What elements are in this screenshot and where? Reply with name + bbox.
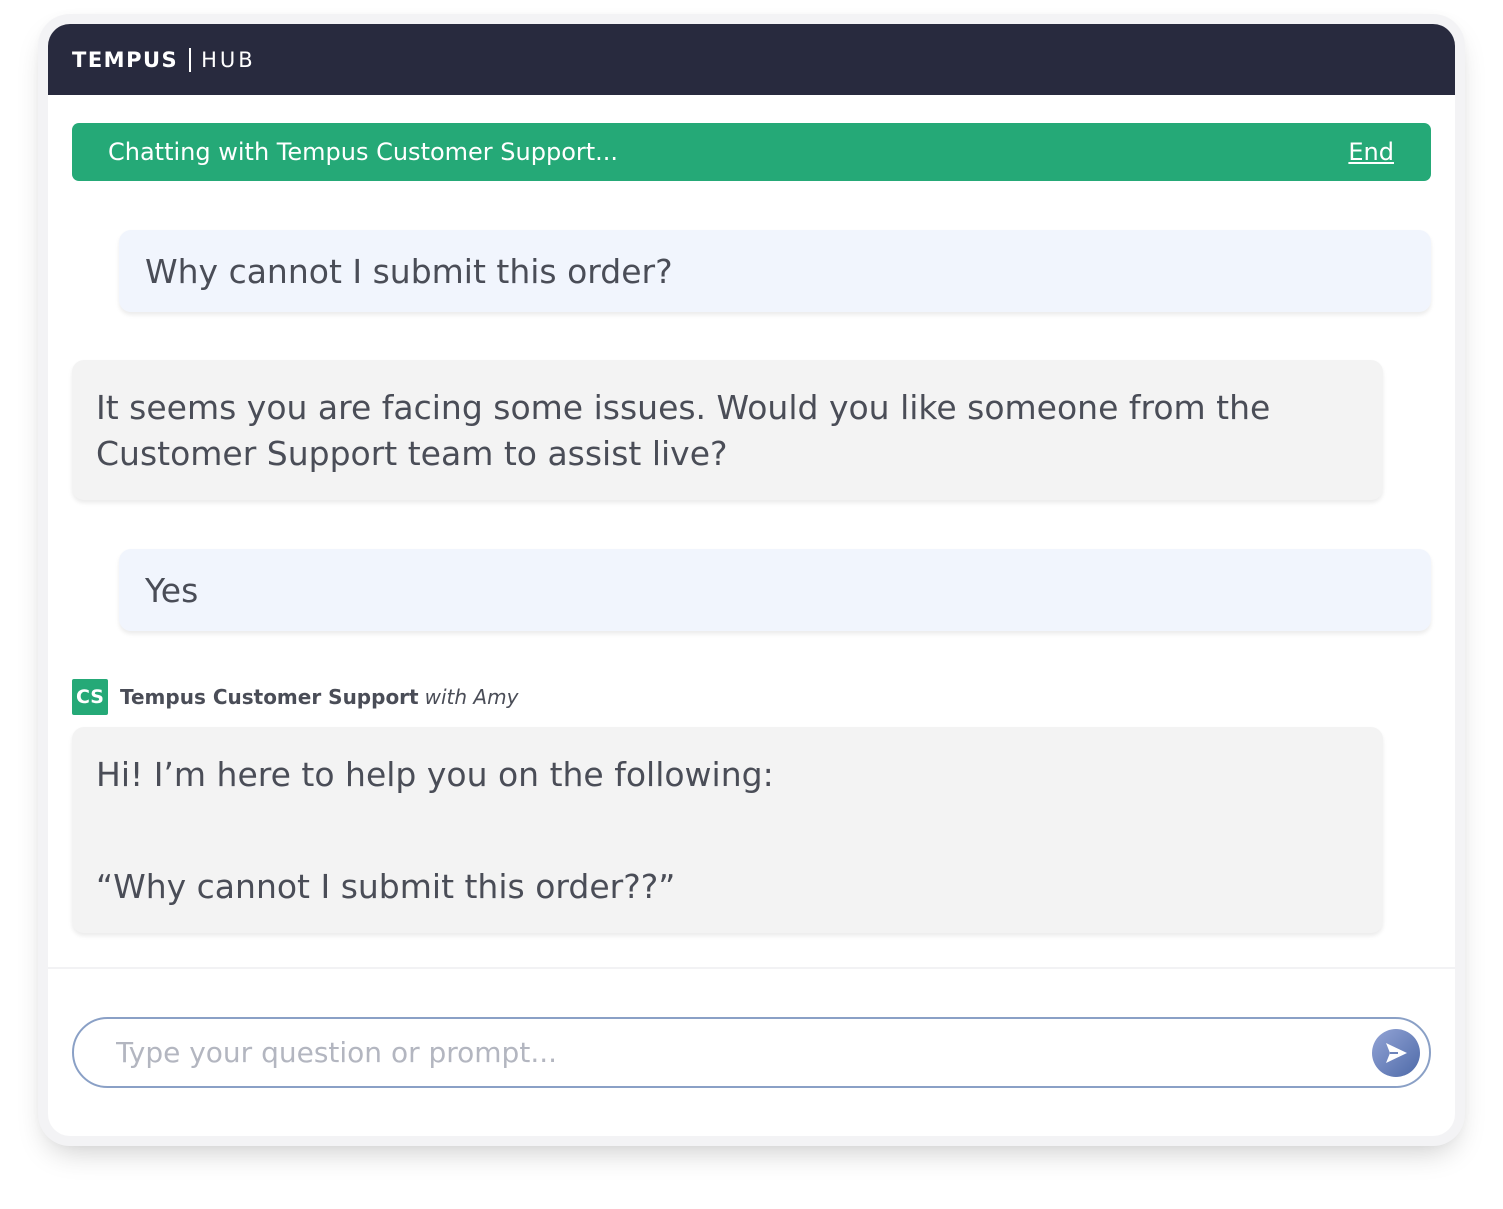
bot-message: It seems you are facing some issues. Wou…: [72, 360, 1383, 500]
brand-name: TEMPUS: [72, 47, 179, 72]
agent-with-label: with Amy: [424, 685, 519, 709]
agent-message: Hi! I’m here to help you on the followin…: [72, 727, 1383, 933]
user-message: Yes: [119, 549, 1431, 631]
message-text-line: It seems you are facing some issues. Wou…: [96, 388, 1271, 427]
agent-header: CS Tempus Customer Support with Amy: [72, 679, 518, 715]
agent-avatar: CS: [72, 679, 108, 715]
agent-name: Tempus Customer Support: [120, 685, 419, 709]
brand-divider: [189, 47, 192, 72]
prompt-composer: [72, 1017, 1431, 1088]
message-text: Yes: [145, 571, 199, 610]
user-message: Why cannot I submit this order?: [119, 230, 1431, 312]
message-text-line: “Why cannot I submit this order??”: [96, 867, 676, 906]
send-arrow-icon: [1386, 1043, 1407, 1063]
composer-divider: [48, 967, 1455, 969]
chat-status-text: Chatting with Tempus Customer Support...: [108, 138, 619, 166]
top-bar: TEMPUS HUB: [48, 24, 1455, 95]
message-text-line: Customer Support team to assist live?: [96, 434, 728, 473]
chat-status-bar: Chatting with Tempus Customer Support...…: [72, 123, 1431, 181]
brand-logo: TEMPUS HUB: [72, 47, 256, 72]
send-button[interactable]: [1372, 1029, 1420, 1077]
chat-window: TEMPUS HUB Chatting with Tempus Customer…: [48, 24, 1455, 1136]
message-text-line: Hi! I’m here to help you on the followin…: [96, 755, 774, 794]
message-text: Why cannot I submit this order?: [145, 252, 673, 291]
prompt-input[interactable]: [114, 1035, 1338, 1070]
brand-product: HUB: [201, 47, 256, 72]
end-chat-link[interactable]: End: [1348, 138, 1394, 166]
